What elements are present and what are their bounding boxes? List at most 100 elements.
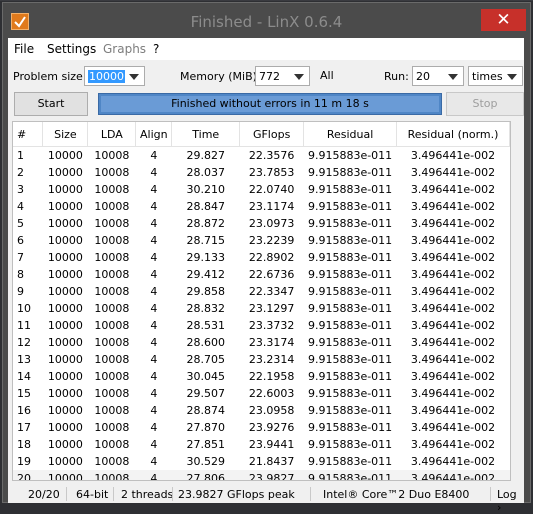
table-cell: 9.915883e-011 xyxy=(303,470,397,480)
column-header-index[interactable]: # xyxy=(13,122,44,147)
table-cell: 28.847 xyxy=(186,200,225,213)
table-cell: 3.496441e-002 xyxy=(410,370,496,383)
column-header-gflops[interactable]: GFlops xyxy=(239,122,305,147)
table-cell: 17 xyxy=(17,421,31,434)
table-cell: 29.412 xyxy=(186,268,225,281)
table-cell: 10008 xyxy=(94,370,130,383)
run-count-value: 20 xyxy=(416,70,430,83)
table-cell: 3.496441e-002 xyxy=(410,421,496,434)
table-row[interactable]: 15 10000 10008 4 29.507 22.6003 9.915883e-011 3… xyxy=(13,385,510,402)
table-row[interactable]: 9 10000 10008 4 29.858 22.3347 9.915883e-011 3.… xyxy=(13,283,510,300)
table-cell: 4 xyxy=(150,319,158,332)
table-row[interactable]: 7 10000 10008 4 29.133 22.8902 9.915883e-011 3.… xyxy=(13,249,510,266)
table-cell: 23.2239 xyxy=(248,234,295,247)
menu-graphs[interactable]: Graphs xyxy=(103,42,146,56)
table-cell: 21.8437 xyxy=(248,455,295,468)
run-count-combo[interactable]: 20 xyxy=(412,66,464,86)
table-row[interactable]: 11 10000 10008 4 28.531 23.3732 9.915883e-011 3… xyxy=(13,317,510,334)
column-header-time[interactable]: Time xyxy=(171,122,241,147)
table-cell: 9.915883e-011 xyxy=(307,285,393,298)
column-header-lda[interactable]: LDA xyxy=(87,122,137,147)
table-cell: 4 xyxy=(150,217,158,230)
log-toggle-button[interactable]: Log › xyxy=(497,488,524,514)
run-unit-combo[interactable]: times xyxy=(468,66,523,86)
table-row[interactable]: 10 10000 10008 4 28.832 23.1297 9.915883e-011 3… xyxy=(13,300,510,317)
table-cell: 10008 xyxy=(94,421,130,434)
table-cell: 3.496441e-002 xyxy=(410,251,496,264)
table-header: # Size LDA Align Time GFlops Residual Re… xyxy=(13,122,510,147)
table-row[interactable]: 19 10000 10008 4 30.529 21.8437 9.915883e-011 3… xyxy=(13,453,510,470)
problem-size-combo[interactable]: 10000 xyxy=(84,66,145,86)
stop-button[interactable]: Stop xyxy=(446,92,524,116)
table-cell: 5 xyxy=(17,217,24,230)
table-cell: 23.9827 xyxy=(239,470,304,480)
table-cell: 6 xyxy=(17,234,24,247)
table-cell: 28.705 xyxy=(186,353,225,366)
table-cell: 28.874 xyxy=(186,404,225,417)
table-cell: 29.133 xyxy=(186,251,225,264)
table-row[interactable]: 5 10000 10008 4 28.872 23.0973 9.915883e-011 3.… xyxy=(13,215,510,232)
table-cell: 10000 xyxy=(47,149,83,162)
title-bar[interactable]: Finished - LinX 0.6.4 ✕ xyxy=(3,3,530,39)
table-row[interactable]: 18 10000 10008 4 27.851 23.9441 9.915883e-011 3… xyxy=(13,436,510,453)
table-row[interactable]: 3 10000 10008 4 30.210 22.0740 9.915883e-011 3.… xyxy=(13,181,510,198)
menu-help[interactable]: ? xyxy=(153,42,159,56)
table-row[interactable]: 1 10000 10008 4 29.827 22.3576 9.915883e-011 3.… xyxy=(13,147,510,165)
window-title: Finished - LinX 0.6.4 xyxy=(190,13,343,31)
table-row[interactable]: 2 10000 10008 4 28.037 23.7853 9.915883e-011 3.… xyxy=(13,164,510,181)
table-cell: 10008 xyxy=(94,353,130,366)
table-cell: 4 xyxy=(150,387,158,400)
table-row[interactable]: 20 10000 10008 4 27.806 23.9827 9.915883e-011 3… xyxy=(13,470,510,480)
table-cell: 29.507 xyxy=(186,387,225,400)
table-cell: 3.496441e-002 xyxy=(410,302,496,315)
menu-settings[interactable]: Settings xyxy=(47,42,96,56)
column-header-residual[interactable]: Residual xyxy=(303,122,398,147)
close-window-button[interactable]: ✕ xyxy=(481,9,526,31)
table-cell: 28.872 xyxy=(186,217,225,230)
table-cell: 3.496441e-002 xyxy=(410,217,496,230)
table-row[interactable]: 13 10000 10008 4 28.705 23.2314 9.915883e-011 3… xyxy=(13,351,510,368)
table-cell: 9.915883e-011 xyxy=(307,234,393,247)
column-header-residual-norm[interactable]: Residual (norm.) xyxy=(396,122,510,147)
column-header-size[interactable]: Size xyxy=(42,122,89,147)
memory-combo[interactable]: 772 xyxy=(255,66,310,86)
table-cell: 28.715 xyxy=(186,234,225,247)
table-cell: 3.496441e-002 xyxy=(410,353,496,366)
table-cell: 13 xyxy=(17,353,31,366)
menu-file[interactable]: File xyxy=(14,42,34,56)
column-header-align[interactable]: Align xyxy=(135,122,173,147)
table-cell: 10008 xyxy=(94,455,130,468)
status-threads: 2 threads xyxy=(121,488,174,501)
table-cell: 27.851 xyxy=(186,438,225,451)
results-table[interactable]: # Size LDA Align Time GFlops Residual Re… xyxy=(12,121,511,481)
table-cell: 9 xyxy=(17,285,24,298)
table-row[interactable]: 12 10000 10008 4 28.600 23.3174 9.915883e-011 3… xyxy=(13,334,510,351)
table-row[interactable]: 8 10000 10008 4 29.412 22.6736 9.915883e-011 3.… xyxy=(13,266,510,283)
table-cell: 23.0958 xyxy=(248,404,295,417)
table-cell: 10000 xyxy=(47,285,83,298)
table-cell: 3.496441e-002 xyxy=(410,268,496,281)
table-cell: 30.529 xyxy=(186,455,225,468)
table-cell: 29.858 xyxy=(186,285,225,298)
table-cell: 10000 xyxy=(47,217,83,230)
table-cell: 4 xyxy=(150,183,158,196)
table-cell: 12 xyxy=(17,336,31,349)
table-row[interactable]: 14 10000 10008 4 30.045 22.1958 9.915883e-011 3… xyxy=(13,368,510,385)
status-cpu: Intel® Core™2 Duo E8400 xyxy=(323,488,470,501)
table-cell: 4 xyxy=(150,251,158,264)
table-row[interactable]: 17 10000 10008 4 27.870 23.9276 9.915883e-011 3… xyxy=(13,419,510,436)
table-row[interactable]: 6 10000 10008 4 28.715 23.2239 9.915883e-011 3.… xyxy=(13,232,510,249)
chevron-down-icon xyxy=(507,74,517,80)
all-memory-link[interactable]: All xyxy=(320,69,334,82)
memory-label: Memory (MiB): xyxy=(180,70,261,83)
table-cell: 10008 xyxy=(94,302,130,315)
table-cell: 10008 xyxy=(94,387,130,400)
status-divider xyxy=(66,487,67,501)
start-button[interactable]: Start xyxy=(14,92,88,116)
table-cell: 19 xyxy=(17,455,31,468)
chevron-down-icon xyxy=(448,74,458,80)
table-row[interactable]: 16 10000 10008 4 28.874 23.0958 9.915883e-011 3… xyxy=(13,402,510,419)
table-cell: 23.1297 xyxy=(248,302,295,315)
table-row[interactable]: 4 10000 10008 4 28.847 23.1174 9.915883e-011 3.… xyxy=(13,198,510,215)
table-cell: 4 xyxy=(150,285,158,298)
